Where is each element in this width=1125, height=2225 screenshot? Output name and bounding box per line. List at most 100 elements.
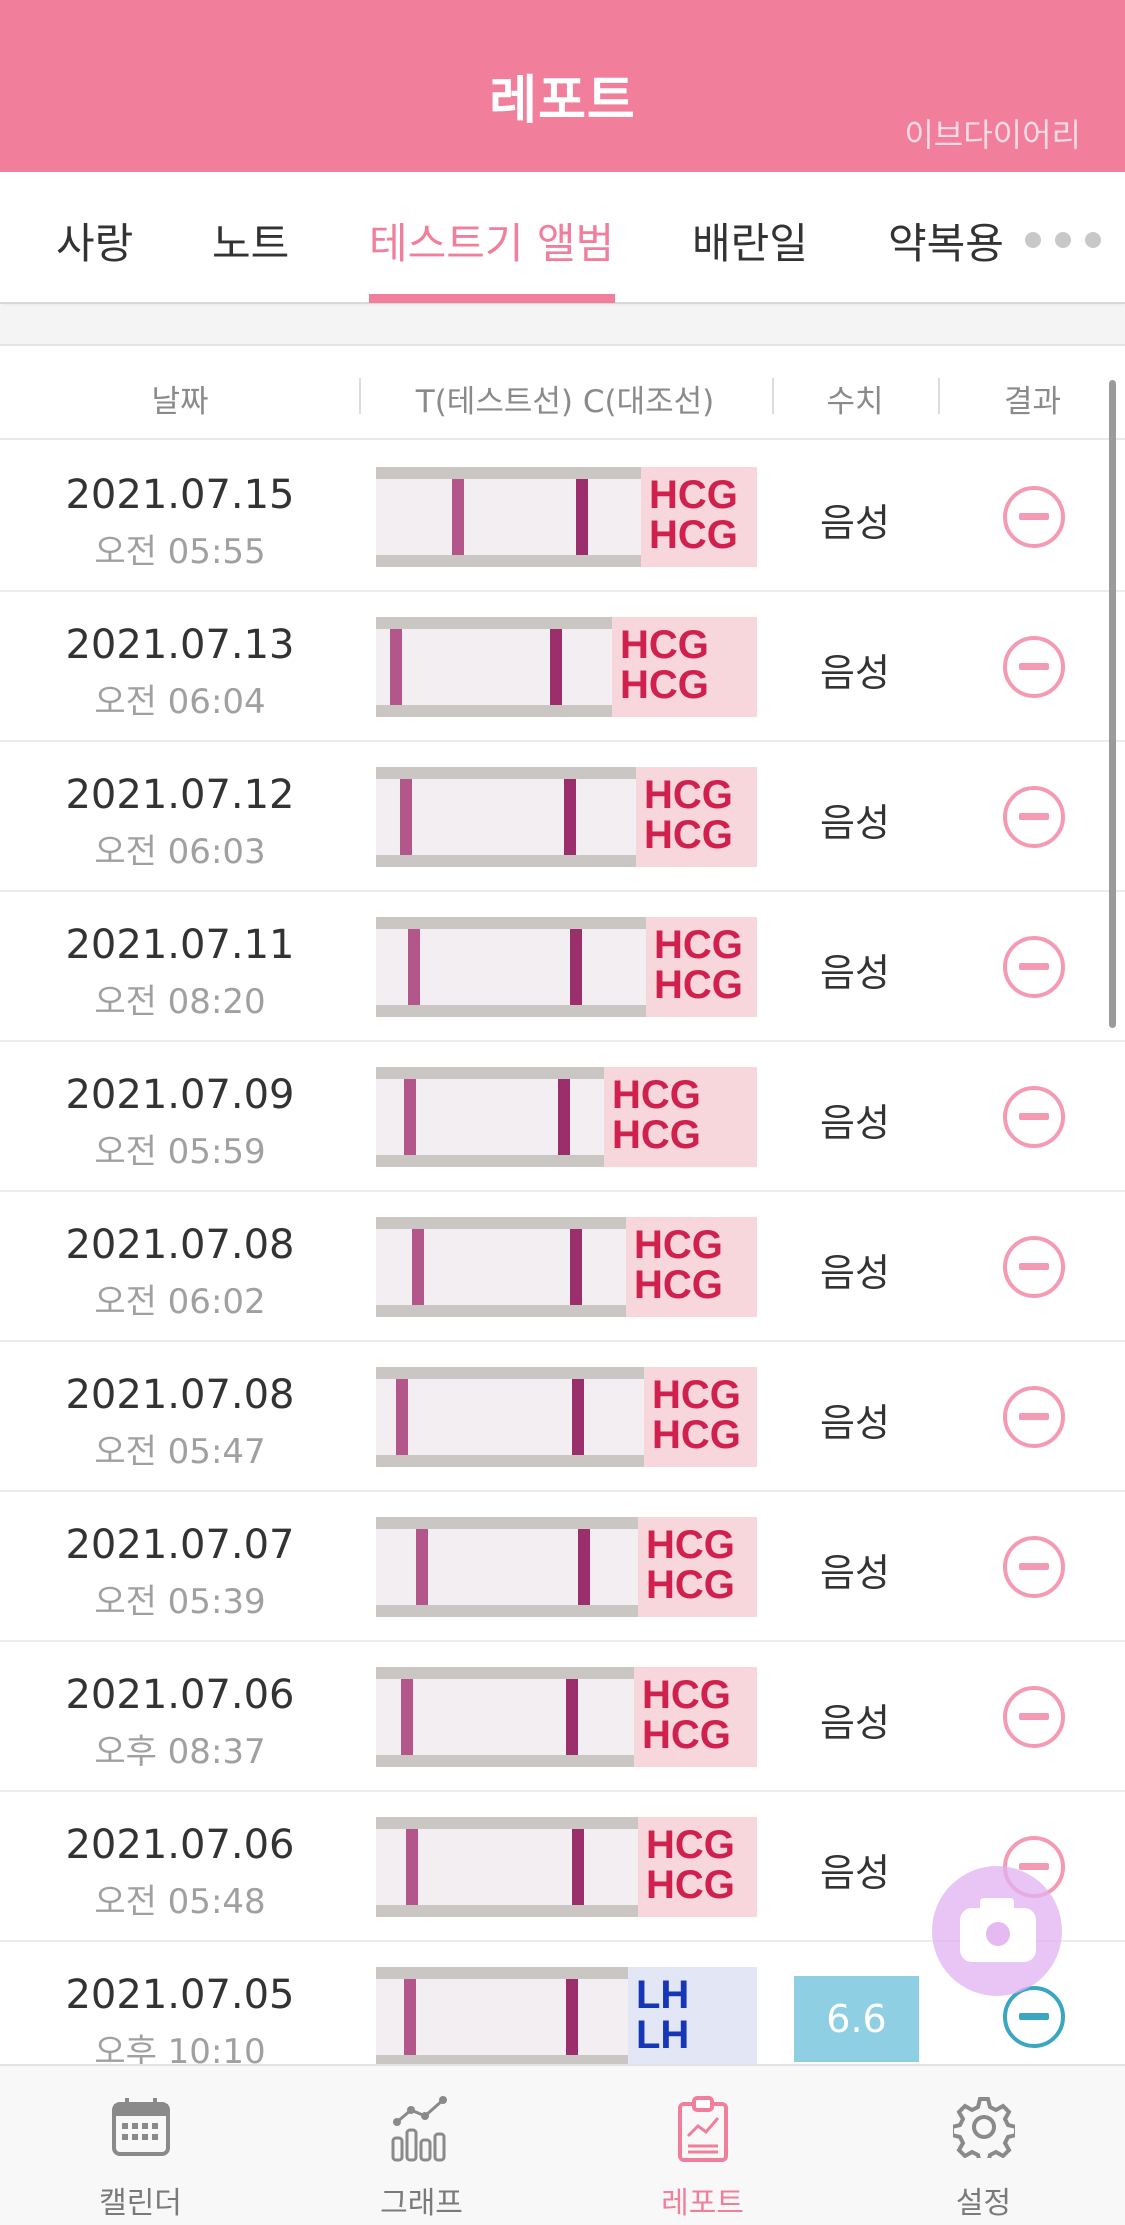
strip-brand-label: LH LH [628, 1967, 757, 2064]
row-time: 오전 08:20 [94, 982, 266, 1022]
row-time: 오전 06:04 [94, 682, 266, 722]
minus-icon[interactable] [1003, 636, 1065, 698]
row-time: 오전 05:47 [94, 1432, 266, 1472]
tab-bar: 사랑 노트 테스트기 앨범 배란일 약복용 [0, 172, 1125, 304]
table-row[interactable]: 2021.07.15 오전 05:55 HCG HCG 음성 [0, 442, 1125, 592]
test-strip-list: 2021.07.15 오전 05:55 HCG HCG 음성 2021.07.13 오전 … [0, 440, 1125, 2064]
test-strip-photo[interactable]: HCG HCG [376, 1667, 757, 1767]
minus-icon[interactable] [1003, 1986, 1065, 2048]
test-line [406, 1829, 418, 1905]
tab-note[interactable]: 노트 [212, 210, 289, 271]
minus-icon[interactable] [1003, 1536, 1065, 1598]
camera-button[interactable] [932, 1866, 1062, 1996]
row-time: 오전 05:39 [94, 1582, 266, 1622]
nav-settings[interactable]: 설정 [843, 2066, 1124, 2225]
table-row[interactable]: 2021.07.06 오후 08:37 HCG HCG 음성 [0, 1642, 1125, 1792]
section-divider [0, 306, 1125, 346]
table-row[interactable]: 2021.07.09 오전 05:59 HCG HCG 음성 [0, 1042, 1125, 1192]
row-time: 오전 06:02 [94, 1282, 266, 1322]
test-strip-photo[interactable]: HCG HCG [376, 1367, 757, 1467]
test-strip-photo[interactable]: HCG HCG [376, 1067, 757, 1167]
table-row[interactable]: 2021.07.07 오전 05:39 HCG HCG 음성 [0, 1492, 1125, 1642]
strip-brand-label: HCG HCG [638, 1817, 757, 1917]
test-strip-photo[interactable]: HCG HCG [376, 1817, 757, 1917]
table-row[interactable]: 2021.07.13 오전 06:04 HCG HCG 음성 [0, 592, 1125, 742]
row-date: 2021.07.06 [65, 1822, 295, 1868]
settings-icon [953, 2097, 1015, 2158]
nav-report-label: 레포트 [661, 2186, 744, 2221]
row-value: 음성 [820, 801, 890, 845]
test-line [408, 929, 420, 1005]
strip-brand-label: HCG HCG [644, 1367, 757, 1467]
row-time: 오후 08:37 [94, 1732, 266, 1772]
test-strip-photo[interactable]: LH LH [376, 1967, 757, 2064]
strip-brand-label: HCG HCG [634, 1667, 757, 1767]
more-tabs-icon[interactable] [1025, 232, 1101, 248]
test-strip-photo[interactable]: HCG HCG [376, 1217, 757, 1317]
scrollbar[interactable] [1109, 380, 1116, 1028]
row-date: 2021.07.15 [65, 472, 295, 518]
tab-medication[interactable]: 약복용 [888, 210, 1004, 271]
control-line [550, 629, 562, 705]
table-row[interactable]: 2021.07.08 오전 06:02 HCG HCG 음성 [0, 1192, 1125, 1342]
nav-graph-label: 그래프 [380, 2186, 463, 2221]
column-strip: T(테스트선) C(대조선) [415, 384, 715, 420]
bottom-nav: 캘린더 그래프 레포트 설정 [0, 2064, 1125, 2225]
row-time: 오후 10:10 [94, 2032, 266, 2064]
control-line [572, 1829, 584, 1905]
nav-settings-label: 설정 [955, 2186, 1012, 2221]
minus-icon[interactable] [1003, 486, 1065, 548]
row-time: 오전 05:48 [94, 1882, 266, 1922]
nav-calendar[interactable]: 캘린더 [0, 2066, 281, 2225]
row-value: 음성 [820, 1101, 890, 1145]
nav-report[interactable]: 레포트 [562, 2066, 843, 2225]
control-line [564, 779, 576, 855]
test-strip-photo[interactable]: HCG HCG [376, 467, 757, 567]
calendar-icon [112, 2098, 170, 2156]
strip-brand-label: HCG HCG [612, 617, 757, 717]
test-strip-photo[interactable]: HCG HCG [376, 1517, 757, 1617]
test-line [412, 1229, 424, 1305]
active-tab-indicator [369, 294, 615, 303]
column-date: 날짜 [151, 384, 209, 420]
row-value: 음성 [820, 1251, 890, 1295]
minus-icon[interactable] [1003, 1086, 1065, 1148]
tab-love[interactable]: 사랑 [56, 210, 133, 271]
table-row[interactable]: 2021.07.12 오전 06:03 HCG HCG 음성 [0, 742, 1125, 892]
minus-icon[interactable] [1003, 1686, 1065, 1748]
test-strip-photo[interactable]: HCG HCG [376, 617, 757, 717]
tab-ovulation[interactable]: 배란일 [692, 210, 808, 271]
strip-brand-label: HCG HCG [641, 467, 757, 567]
row-time: 오전 06:03 [94, 832, 266, 872]
minus-icon[interactable] [1003, 936, 1065, 998]
test-line [404, 1079, 416, 1155]
tab-test-album[interactable]: 테스트기 앨범 [369, 210, 614, 271]
strip-brand-label: HCG HCG [638, 1517, 757, 1617]
test-line [401, 1679, 413, 1755]
column-header: 날짜 T(테스트선) C(대조선) 수치 결과 [0, 348, 1125, 440]
strip-brand-label: HCG HCG [636, 767, 757, 867]
row-value: 음성 [820, 1551, 890, 1595]
nav-calendar-label: 캘린더 [99, 2186, 182, 2221]
minus-icon[interactable] [1003, 1236, 1065, 1298]
table-row[interactable]: 2021.07.11 오전 08:20 HCG HCG 음성 [0, 892, 1125, 1042]
row-date: 2021.07.07 [65, 1522, 295, 1568]
strip-brand-label: HCG HCG [626, 1217, 757, 1317]
strip-brand-label: HCG HCG [604, 1067, 757, 1167]
row-value: 음성 [820, 1401, 890, 1445]
strip-brand-label: HCG HCG [646, 917, 757, 1017]
control-line [566, 1679, 578, 1755]
control-line [558, 1079, 570, 1155]
test-strip-photo[interactable]: HCG HCG [376, 917, 757, 1017]
test-strip-photo[interactable]: HCG HCG [376, 767, 757, 867]
minus-icon[interactable] [1003, 1386, 1065, 1448]
minus-icon[interactable] [1003, 786, 1065, 848]
row-value: 음성 [820, 951, 890, 995]
row-date: 2021.07.08 [65, 1372, 295, 1418]
table-row[interactable]: 2021.07.08 오전 05:47 HCG HCG 음성 [0, 1342, 1125, 1492]
test-line [404, 1979, 416, 2055]
nav-graph[interactable]: 그래프 [281, 2066, 562, 2225]
row-time: 오전 05:59 [94, 1132, 266, 1172]
row-date: 2021.07.13 [65, 622, 295, 668]
column-divider [772, 378, 774, 414]
